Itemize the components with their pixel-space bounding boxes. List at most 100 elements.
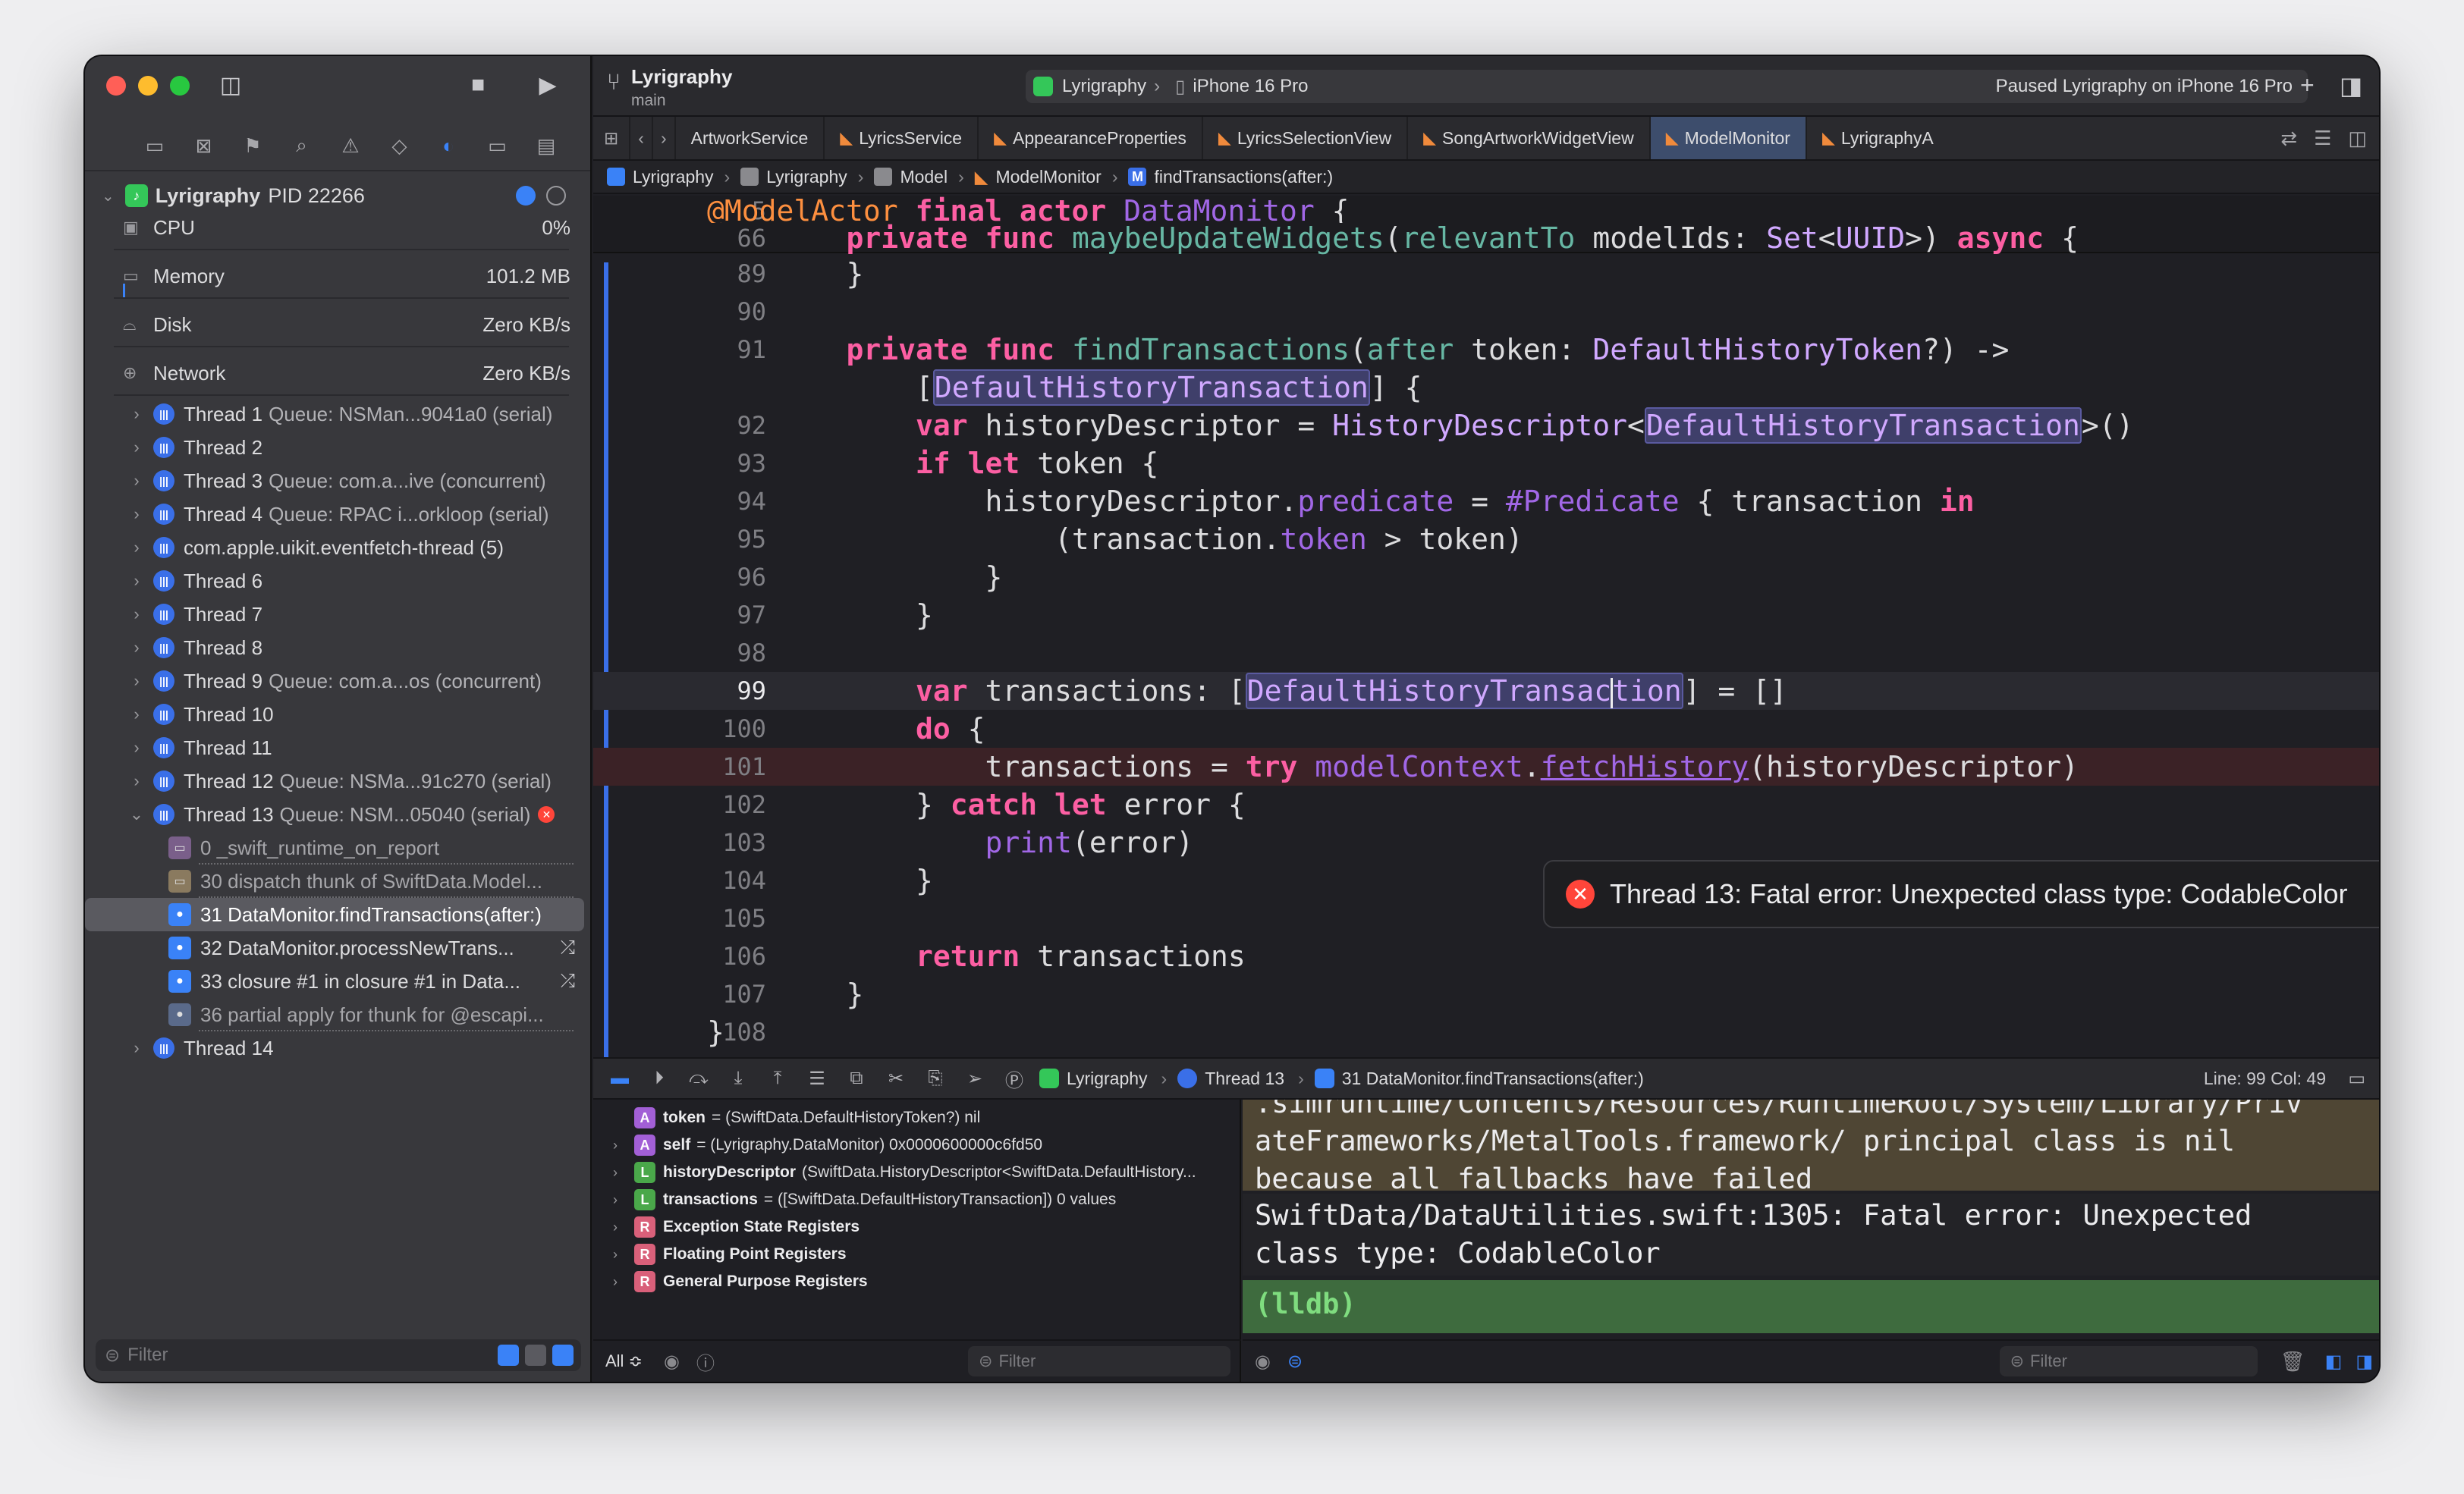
chevron-right-icon[interactable]: › <box>126 771 147 791</box>
find-icon[interactable]: ⌕ <box>285 130 319 161</box>
error-annotation[interactable]: ✕ Thread 13: Fatal error: Unexpected cla… <box>1543 860 2379 928</box>
chevron-right-icon[interactable]: › <box>126 638 147 658</box>
console-filter[interactable]: ⊜ Filter <box>1999 1346 2258 1376</box>
add-icon[interactable]: + <box>2300 71 2315 99</box>
chevron-right-icon[interactable]: › <box>126 404 147 424</box>
memory-graph-icon[interactable]: ⧉ <box>842 1068 871 1089</box>
trash-icon[interactable]: 🗑 <box>2280 1350 2305 1373</box>
variable-row[interactable]: › R Exception State Registers <box>593 1213 1240 1241</box>
zoom-window-button[interactable] <box>170 76 190 96</box>
forward-icon[interactable]: › <box>653 117 676 159</box>
filter-crashed-icon[interactable] <box>498 1345 519 1366</box>
thread-row-crashed[interactable]: ⌄ ||| Thread 13 Queue: NSM...05040 (serial)… <box>85 798 592 831</box>
scheme-selector[interactable]: Lyrigraphy <box>1062 76 1146 97</box>
info-icon[interactable] <box>516 186 536 206</box>
step-out-icon[interactable]: ⤒ <box>763 1068 792 1089</box>
tab-lyrics-selection-view[interactable]: ◣ LyricsSelectionView <box>1203 117 1409 159</box>
chevron-down-icon[interactable]: ⌄ <box>102 187 115 206</box>
thread-row[interactable]: › ||| Thread 2 <box>85 431 592 464</box>
thread-row[interactable]: › ||| Thread 12 Queue: NSMa...91c270 (seria… <box>85 764 592 798</box>
chevron-right-icon[interactable]: › <box>126 604 147 624</box>
thread-row[interactable]: › ||| Thread 10 <box>85 698 592 731</box>
source-editor[interactable]: 5 @ModelActor final actor DataMonitor { 6… <box>593 196 2379 1057</box>
variable-row[interactable]: Atoken = (SwiftData.DefaultHistoryToken?)… <box>593 1104 1240 1131</box>
chevron-right-icon[interactable]: › <box>613 1192 634 1208</box>
breakpoint-icon[interactable]: ▭ <box>481 130 514 161</box>
simulate-location-icon[interactable]: ⎘ <box>921 1068 950 1089</box>
location-icon[interactable]: ➢ <box>960 1068 989 1090</box>
chevron-right-icon[interactable]: › <box>613 1219 634 1235</box>
split-editor-icon[interactable]: ◫ <box>2348 127 2367 150</box>
project-title[interactable]: ⑂ Lyrigraphy main <box>607 65 732 110</box>
chevron-right-icon[interactable]: › <box>126 671 147 691</box>
related-items-icon[interactable]: ⇄ <box>2280 127 2297 150</box>
options-icon[interactable] <box>546 186 566 206</box>
stack-frame[interactable]: ● 36 partial apply for thunk for @escapi.… <box>85 998 592 1031</box>
tab-lyrics-service[interactable]: ◣ LyricsService <box>825 117 979 159</box>
scope-selector[interactable]: All ≎ <box>605 1351 643 1371</box>
chevron-right-icon[interactable]: › <box>613 1274 634 1290</box>
issue-icon[interactable]: ⚠ <box>334 130 367 161</box>
continue-icon[interactable]: ⏵ <box>645 1068 674 1089</box>
close-window-button[interactable] <box>106 76 126 96</box>
stack-frame[interactable]: ▭ 30 dispatch thunk of SwiftData.Model... <box>85 865 592 898</box>
console-view[interactable]: .simruntime/Contents/Resources/RuntimeRo… <box>1243 1100 2379 1382</box>
chevron-right-icon[interactable]: › <box>126 738 147 758</box>
stack-frame[interactable]: ● 32 DataMonitor.processNewTrans... ⤮ <box>85 931 592 965</box>
chevron-right-icon[interactable]: › <box>126 504 147 524</box>
output-toggle-icon[interactable]: ⊜ <box>1287 1351 1303 1373</box>
tab-song-artwork-widget-view[interactable]: ◣ SongArtworkWidgetView <box>1408 117 1651 159</box>
cpu-gauge[interactable]: ▣ CPU 0% <box>123 205 570 250</box>
tab-lyrigraphy-a[interactable]: ◣ LyrigraphyA <box>1807 117 1934 159</box>
chevron-right-icon[interactable]: › <box>126 471 147 491</box>
thread-row[interactable]: › ||| com.apple.uikit.eventfetch-thread (5… <box>85 531 592 564</box>
chevron-right-icon[interactable]: › <box>613 1247 634 1263</box>
show-variables-icon[interactable]: ◧ <box>2325 1351 2343 1373</box>
show-console-icon[interactable]: ◨ <box>2356 1351 2373 1373</box>
debug-navigator-icon[interactable]: ◐ <box>432 130 465 161</box>
minimize-window-button[interactable] <box>138 76 158 96</box>
bookmark-icon[interactable]: ⚑ <box>236 130 269 161</box>
thread-row[interactable]: › ||| Thread 1 Queue: NSMan...9041a0 (seria… <box>85 397 592 431</box>
eye-icon[interactable]: ◉ <box>664 1351 680 1373</box>
breakpoints-toggle-icon[interactable]: ▬ <box>605 1068 634 1089</box>
run-button[interactable]: ▶ <box>533 70 563 100</box>
chevron-right-icon[interactable]: › <box>126 705 147 724</box>
path-thread[interactable]: Thread 13 <box>1177 1069 1284 1089</box>
chevron-right-icon[interactable]: › <box>126 438 147 457</box>
grid-icon[interactable]: ⊞ <box>593 117 631 159</box>
chevron-right-icon[interactable]: › <box>126 538 147 557</box>
variable-row[interactable]: › Ltransactions = ([SwiftData.DefaultHisto… <box>593 1186 1240 1213</box>
chevron-down-icon[interactable]: ⌄ <box>126 805 147 824</box>
thread-row[interactable]: › ||| Thread 11 <box>85 731 592 764</box>
info-icon[interactable]: ⓘ <box>696 1348 715 1375</box>
tab-model-monitor[interactable]: ◣ ModelMonitor <box>1650 117 1807 159</box>
variable-row[interactable]: › Aself = (Lyrigraphy.DataMonitor) 0x00006… <box>593 1131 1240 1159</box>
variables-filter[interactable]: ⊜ Filter <box>968 1346 1230 1376</box>
report-icon[interactable]: ▤ <box>530 130 563 161</box>
sidebar-toggle-icon[interactable]: ◫ <box>215 70 246 100</box>
breadcrumb-folder[interactable]: Lyrigraphy <box>740 167 847 187</box>
activity-view[interactable]: Lyrigraphy › ▯ iPhone 16 Pro Paused Lyrig… <box>1026 70 2308 103</box>
thread-row[interactable]: › ||| Thread 8 <box>85 631 592 664</box>
stack-frame-selected[interactable]: ● 31 DataMonitor.findTransactions(after:) <box>85 898 584 931</box>
view-hierarchy-icon[interactable]: ☰ <box>803 1068 831 1090</box>
stack-frame[interactable]: ▭ 0 _swift_runtime_on_report <box>85 831 592 865</box>
variable-row[interactable]: › R General Purpose Registers <box>593 1268 1240 1295</box>
breadcrumb-file[interactable]: ◣ ModelMonitor <box>975 167 1102 187</box>
filter-user-icon[interactable] <box>552 1345 574 1366</box>
device-selector[interactable]: ▯ iPhone 16 Pro <box>1175 76 1308 98</box>
eye-icon[interactable]: ◉ <box>1255 1351 1271 1373</box>
back-icon[interactable]: ‹ <box>630 117 653 159</box>
stop-button[interactable]: ■ <box>463 70 493 100</box>
stack-frame[interactable]: ● 33 closure #1 in closure #1 in Data... ⤮ <box>85 965 592 998</box>
variable-row[interactable]: › LhistoryDescriptor (SwiftData.HistoryDes… <box>593 1159 1240 1186</box>
chevron-right-icon[interactable]: › <box>126 571 147 591</box>
thread-row[interactable]: › ||| Thread 9 Queue: com.a...os (concurren… <box>85 664 592 698</box>
editor-options-icon[interactable]: ☰ <box>2314 127 2331 150</box>
step-into-icon[interactable]: ⤓ <box>724 1068 753 1089</box>
disk-gauge[interactable]: ⌓ Disk Zero KB/s <box>123 302 570 347</box>
chevron-right-icon[interactable]: › <box>613 1165 634 1181</box>
filter-grid-icon[interactable] <box>525 1345 546 1366</box>
inspector-toggle-icon[interactable]: ◨ <box>2340 71 2362 100</box>
